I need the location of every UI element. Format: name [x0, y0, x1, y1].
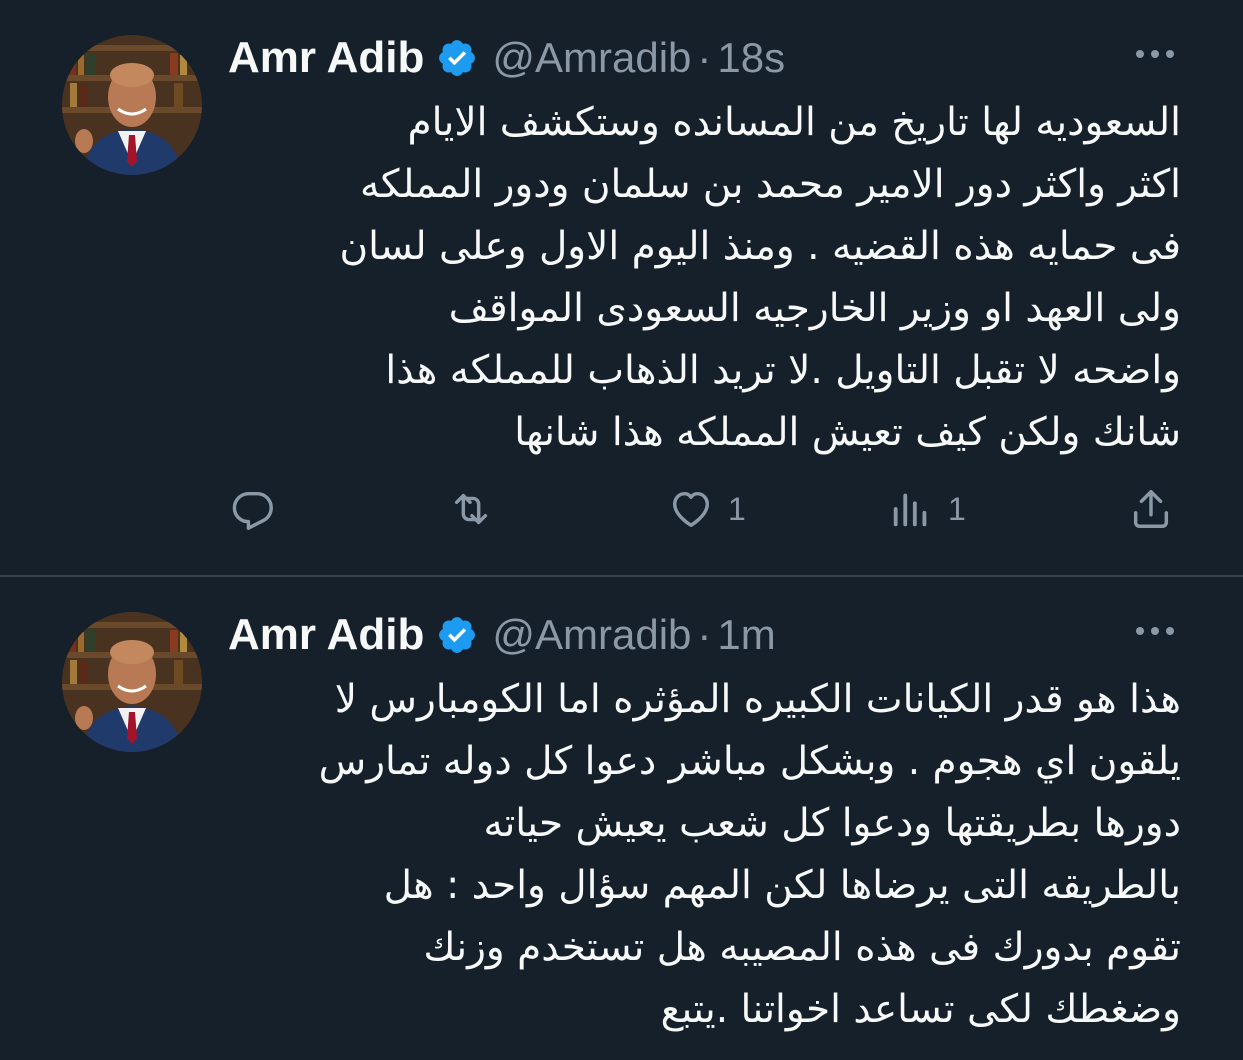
author-handle[interactable]: @Amradib [492, 34, 691, 82]
like-count: 1 [728, 490, 746, 527]
author-name[interactable]: Amr Adib [228, 610, 424, 660]
views-button[interactable]: 1 [888, 484, 966, 534]
retweet-button[interactable] [448, 484, 494, 534]
retweet-icon [454, 493, 488, 525]
more-options-icon[interactable] [1132, 42, 1178, 66]
tweet[interactable]: Amr Adib @Amradib · 1m هذا هو قدر الكيان… [0, 577, 1243, 1060]
tweet[interactable]: Amr Adib @Amradib · 18s السعوديه لها تار… [0, 0, 1243, 576]
tweet-header: Amr Adib @Amradib · 1m [228, 605, 776, 665]
tweet-text-line: فى حمايه هذه القضيه . ومنذ اليوم الاول و… [339, 224, 1181, 269]
tweet-text-line: تقوم بدورك فى هذه المصيبه هل تستخدم وزنك [423, 925, 1181, 970]
tweet-text-line: ولى العهد او وزير الخارجيه السعودى الموا… [448, 286, 1181, 331]
tweet-text: هذا هو قدر الكيانات الكبيره المؤثره اما … [221, 669, 1181, 1041]
tweet-text-line: واضحه لا تقبل التاويل .لا تريد الذهاب لل… [385, 348, 1181, 393]
tweet-text-line: دورها بطريقتها ودعوا كل شعب يعيش حياته [483, 801, 1181, 846]
tweet-text-line: وضغطك لكى تساعد اخواتنا .يتبع [660, 987, 1181, 1032]
author-name[interactable]: Amr Adib [228, 33, 424, 83]
tweet-text: السعوديه لها تاريخ من المسانده وستكشف ال… [221, 92, 1181, 464]
tweet-timestamp[interactable]: 18s [717, 34, 785, 82]
tweet-text-line: السعوديه لها تاريخ من المسانده وستكشف ال… [407, 100, 1181, 145]
reply-icon [232, 491, 273, 530]
tweet-header: Amr Adib @Amradib · 18s [228, 28, 785, 88]
tweet-actions: 1 1 [228, 484, 1188, 534]
share-icon [1133, 490, 1169, 528]
avatar[interactable] [62, 612, 202, 752]
share-button[interactable] [1128, 484, 1174, 534]
views-count: 1 [948, 490, 966, 527]
tweet-text-line: شانك ولكن كيف تعيش المملكه هذا شانها [514, 410, 1181, 455]
tweet-timestamp[interactable]: 1m [717, 611, 775, 659]
like-button[interactable]: 1 [668, 484, 746, 534]
reply-button[interactable] [230, 484, 276, 534]
analytics-icon [893, 493, 927, 527]
verified-badge-icon [439, 40, 476, 76]
tweet-text-line: بالطريقه التى يرضاها لكن المهم سؤال واحد… [383, 863, 1181, 908]
separator-dot: · [697, 611, 712, 658]
heart-icon [672, 491, 710, 528]
tweet-text-line: اكثر واكثر دور الامير محمد بن سلمان ودور… [360, 162, 1181, 207]
tweet-text-line: هذا هو قدر الكيانات الكبيره المؤثره اما … [334, 677, 1181, 722]
tweet-text-line: يلقون اي هجوم . وبشكل مباشر دعوا كل دوله… [318, 739, 1181, 784]
separator-dot: · [697, 34, 712, 81]
avatar[interactable] [62, 35, 202, 175]
verified-badge-icon [439, 617, 476, 653]
author-handle[interactable]: @Amradib [492, 611, 691, 659]
more-options-icon[interactable] [1132, 619, 1178, 643]
